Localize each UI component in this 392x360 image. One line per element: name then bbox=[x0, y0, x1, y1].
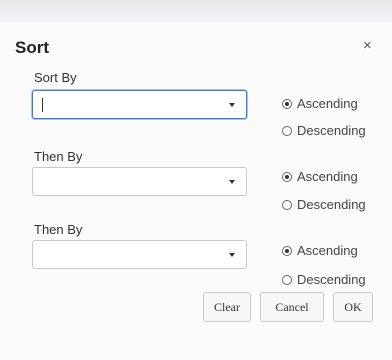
then-by-1-label: Then By bbox=[34, 149, 83, 164]
clear-button[interactable]: Clear bbox=[203, 292, 251, 322]
radio-unchecked-icon bbox=[282, 274, 292, 285]
then-by-1-select[interactable] bbox=[32, 167, 247, 196]
chevron-down-icon bbox=[229, 253, 235, 257]
radio-unchecked-icon bbox=[282, 125, 292, 136]
then-by-2-descending-radio[interactable]: Descending bbox=[282, 272, 366, 287]
chevron-down-icon bbox=[229, 180, 235, 184]
sort-by-descending-radio[interactable]: Descending bbox=[282, 123, 366, 138]
chevron-down-icon bbox=[229, 103, 235, 107]
then-by-1-descending-radio[interactable]: Descending bbox=[282, 197, 366, 212]
radio-label: Descending bbox=[297, 272, 366, 287]
dialog-title: Sort bbox=[15, 38, 49, 57]
sort-dialog: Sort × Sort By Ascending Descending Then… bbox=[0, 22, 392, 360]
radio-label: Ascending bbox=[297, 96, 358, 111]
radio-checked-icon bbox=[282, 98, 292, 109]
radio-label: Descending bbox=[297, 197, 366, 212]
then-by-2-label: Then By bbox=[34, 222, 83, 237]
radio-checked-icon bbox=[282, 171, 292, 182]
radio-unchecked-icon bbox=[282, 199, 292, 210]
radio-label: Ascending bbox=[297, 169, 358, 184]
cancel-button[interactable]: Cancel bbox=[260, 292, 324, 322]
ok-button[interactable]: OK bbox=[333, 292, 373, 322]
radio-checked-icon bbox=[282, 245, 292, 256]
radio-label: Descending bbox=[297, 123, 366, 138]
close-icon[interactable]: × bbox=[363, 38, 372, 54]
radio-label: Ascending bbox=[297, 243, 358, 258]
page-header-strip bbox=[0, 0, 392, 22]
sort-by-ascending-radio[interactable]: Ascending bbox=[282, 96, 358, 111]
then-by-2-ascending-radio[interactable]: Ascending bbox=[282, 243, 358, 258]
text-cursor bbox=[42, 98, 43, 112]
sort-by-label: Sort By bbox=[34, 70, 77, 85]
then-by-1-ascending-radio[interactable]: Ascending bbox=[282, 169, 358, 184]
sort-by-select[interactable] bbox=[32, 90, 247, 119]
then-by-2-select[interactable] bbox=[32, 240, 247, 269]
